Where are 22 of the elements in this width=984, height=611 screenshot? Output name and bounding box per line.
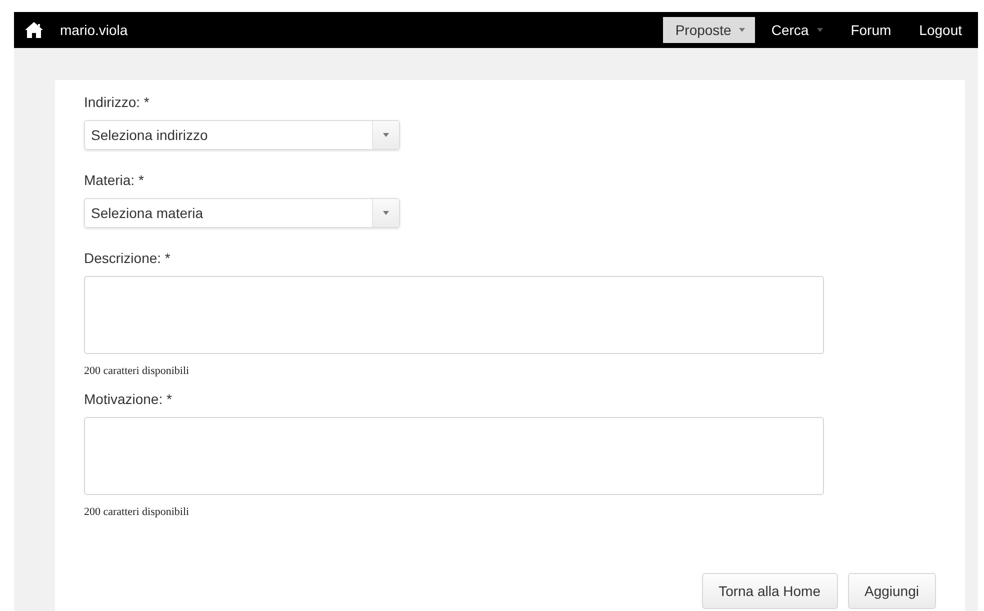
select-field[interactable]: Seleziona indirizzo: [84, 120, 400, 150]
nav-menu-item[interactable]: Logout: [907, 17, 972, 43]
select-field[interactable]: Seleziona materia: [84, 198, 400, 228]
field-label: Indirizzo: *: [84, 94, 150, 110]
form-button[interactable]: Torna alla Home: [702, 573, 838, 609]
field-label: Materia: *: [84, 172, 145, 188]
field-label: Motivazione: *: [84, 391, 173, 407]
home-icon[interactable]: [24, 21, 44, 39]
character-counter: 200 caratteri disponibili: [84, 365, 190, 377]
caret-icon: [739, 28, 746, 32]
caret-icon: [816, 28, 823, 32]
form-button[interactable]: Aggiungi: [848, 573, 936, 609]
username: mario.viola: [60, 22, 128, 38]
character-counter: 200 caratteri disponibili: [84, 506, 190, 518]
nav-menu-item[interactable]: Cerca: [759, 17, 833, 43]
nav-menu-item[interactable]: Forum: [838, 17, 902, 43]
nav-menu-item[interactable]: Proposte: [663, 17, 756, 43]
text-area[interactable]: [84, 417, 824, 495]
field-label: Descrizione: *: [84, 250, 172, 266]
text-area[interactable]: [84, 276, 824, 354]
caret-icon: [383, 133, 389, 137]
caret-icon: [383, 211, 389, 215]
